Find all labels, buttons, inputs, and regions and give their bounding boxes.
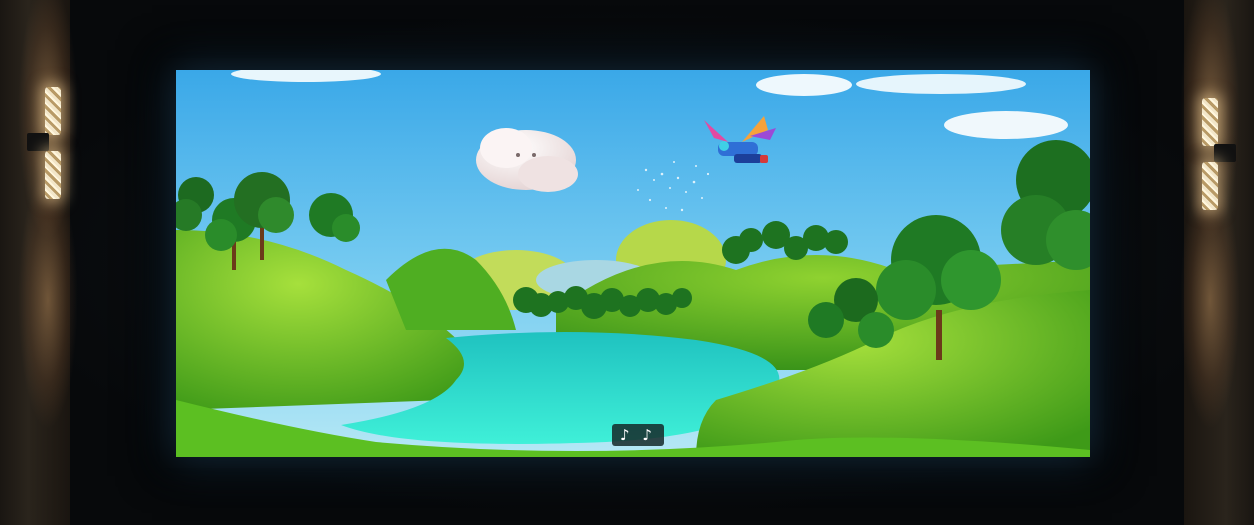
home-theater-room: ♪ ♪ <box>0 0 1254 525</box>
cloud <box>856 74 1026 94</box>
sconce-arm <box>27 133 49 151</box>
projection-screen <box>176 70 1090 457</box>
sconce-arm <box>1214 144 1236 162</box>
cloud <box>756 74 852 96</box>
left-wall-glow-lower <box>18 170 78 430</box>
subtitle-music-notes: ♪ ♪ <box>612 424 664 446</box>
left-wall-sconce <box>27 87 61 199</box>
sconce-light-icon <box>45 151 61 199</box>
sconce-light-icon <box>45 87 61 135</box>
cloud <box>944 111 1068 139</box>
sconce-light-icon <box>1202 98 1218 146</box>
animated-landscape-scene <box>176 70 1090 457</box>
right-wall-sconce <box>1202 98 1236 210</box>
sconce-light-icon <box>1202 162 1218 210</box>
